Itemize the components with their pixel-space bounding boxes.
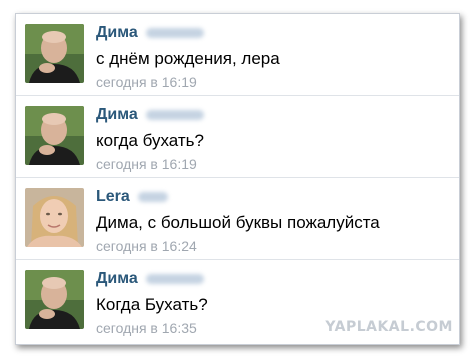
message-list: Дима с днём рождения, лера сегодня в 16:… <box>15 13 460 345</box>
blurred-surname <box>145 27 204 38</box>
avatar[interactable] <box>25 188 84 247</box>
avatar[interactable] <box>25 24 84 83</box>
message-time[interactable]: сегодня в 16:19 <box>96 74 197 90</box>
message-text: с днём рождения, лера <box>96 49 280 68</box>
message-time[interactable]: сегодня в 16:35 <box>96 320 197 336</box>
blurred-surname <box>145 273 204 284</box>
author-name[interactable]: Дима <box>96 106 138 123</box>
message-item: Дима с днём рождения, лера сегодня в 16:… <box>16 14 459 96</box>
message-item: Lera Дима, с большой буквы пожалуйста се… <box>16 178 459 260</box>
author-name[interactable]: Дима <box>96 24 138 41</box>
blurred-surname <box>137 191 168 202</box>
message-time[interactable]: сегодня в 16:19 <box>96 156 197 172</box>
message-time[interactable]: сегодня в 16:24 <box>96 238 197 254</box>
blurred-surname <box>145 109 204 120</box>
author-name[interactable]: Дима <box>96 270 138 287</box>
message-item: Дима когда бухать? сегодня в 16:19 <box>16 96 459 178</box>
message-author[interactable]: Дима <box>96 24 204 42</box>
message-text: когда бухать? <box>96 131 204 150</box>
message-author[interactable]: Дима <box>96 106 204 124</box>
avatar[interactable] <box>25 270 84 329</box>
site-watermark: YAPLAKAL.COM <box>325 319 453 335</box>
avatar[interactable] <box>25 106 84 165</box>
message-author[interactable]: Lera <box>96 188 168 206</box>
author-name[interactable]: Lera <box>96 188 130 205</box>
message-author[interactable]: Дима <box>96 270 204 288</box>
message-text: Когда Бухать? <box>96 295 208 314</box>
message-text: Дима, с большой буквы пожалуйста <box>96 213 380 232</box>
